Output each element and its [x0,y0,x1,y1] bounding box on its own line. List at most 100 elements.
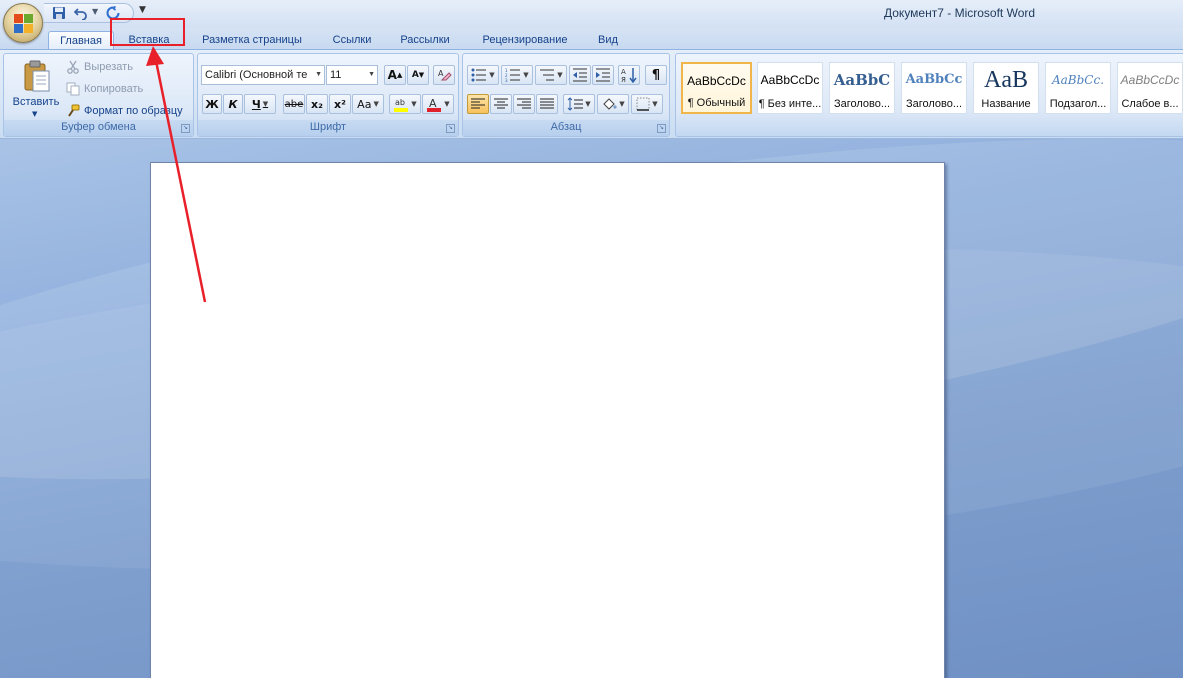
change-case-button[interactable]: Aa ▼ [352,94,384,114]
copy-button[interactable]: Копировать [66,80,143,98]
line-spacing-dropdown-icon[interactable]: ▼ [585,100,590,108]
style-subtle-emphasis[interactable]: AaBbCcDc Слабое в... [1117,62,1183,114]
paragraph-group: ▼ 1 2 3 ▼ ▼ A Я ¶ ▼ ▼ ▼ Абзац ↘ [462,53,670,137]
format-painter-button[interactable]: Формат по образцу [66,102,183,120]
style-name: Слабое в... [1121,98,1179,110]
borders-dropdown-icon[interactable]: ▼ [652,100,657,108]
strikethrough-label: abe [284,98,304,110]
style-title[interactable]: AaB Название [973,62,1039,114]
style-sample: AaBbC [833,71,891,89]
italic-button[interactable]: К [223,94,243,114]
line-spacing-button[interactable]: ▼ [563,94,595,114]
subscript-button[interactable]: x₂ [306,94,328,114]
font-name-combobox[interactable]: Calibri (Основной те ▼ [201,65,325,85]
tab-references[interactable]: Ссылки [322,31,382,50]
align-right-button[interactable] [513,94,535,114]
change-case-dropdown-icon[interactable]: ▼ [373,100,378,108]
font-size-combobox[interactable]: 11 ▼ [326,65,378,85]
show-marks-button[interactable]: ¶ [645,65,667,85]
bold-label: Ж [205,97,219,111]
customize-qat-button[interactable]: ▼ [139,5,146,15]
svg-text:3: 3 [505,78,508,82]
annotation-highlight-box [110,18,185,46]
style-subtitle[interactable]: AaBbCc. Подзагол... [1045,62,1111,114]
shading-dropdown-icon[interactable]: ▼ [619,100,624,108]
style-sample: AaBbCc. [1051,73,1105,87]
underline-label: Ч [251,97,261,111]
sort-icon: A Я [621,68,637,83]
bullets-button[interactable]: ▼ [467,65,499,85]
underline-dropdown-icon[interactable]: ▼ [263,100,268,108]
font-dialog-launcher[interactable]: ↘ [446,124,455,133]
bullet-list-icon [471,68,487,82]
tab-mailings[interactable]: Рассылки [390,31,460,50]
paragraph-dialog-launcher[interactable]: ↘ [657,124,666,133]
style-name: Заголово... [833,98,891,110]
grow-font-button[interactable]: A ▲ [384,65,406,85]
document-page[interactable] [150,162,945,678]
undo-button[interactable] [72,5,90,21]
numbering-button[interactable]: 1 2 3 ▼ [501,65,533,85]
align-left-button[interactable] [467,94,489,114]
shrink-font-label: A [411,70,419,80]
clear-formatting-button[interactable]: A [433,65,455,85]
highlight-dropdown-icon[interactable]: ▼ [411,100,416,108]
superscript-button[interactable]: x² [329,94,351,114]
align-left-icon [471,98,485,109]
grow-font-label: A [387,68,397,82]
justify-button[interactable] [536,94,558,114]
align-center-button[interactable] [490,94,512,114]
shrink-font-button[interactable]: A ▼ [407,65,429,85]
paint-bucket-icon [603,98,617,110]
style-name: Заголово... [905,98,963,110]
tab-view[interactable]: Вид [588,31,628,50]
font-color-button[interactable]: A ▼ [422,94,454,114]
shading-button[interactable]: ▼ [597,94,629,114]
clipboard-group: Вставить ▼ Вырезать Копировать Формат по… [3,53,194,137]
highlight-button[interactable]: ab ▼ [389,94,421,114]
paste-button[interactable]: Вставить ▼ [8,58,64,118]
tab-home[interactable]: Главная [48,31,114,50]
align-center-icon [494,98,508,109]
save-icon [53,7,65,19]
style-name: ¶ Обычный [687,97,746,109]
office-button[interactable] [3,3,43,43]
clipboard-dialog-launcher[interactable]: ↘ [181,124,190,133]
italic-label: К [228,97,238,111]
underline-button[interactable]: Ч ▼ [244,94,276,114]
font-name-dropdown-icon[interactable]: ▼ [315,66,322,84]
borders-button[interactable]: ▼ [631,94,663,114]
font-color-icon: A [427,97,442,112]
multilevel-list-button[interactable]: ▼ [535,65,567,85]
multilevel-dropdown-icon[interactable]: ▼ [557,71,562,79]
format-painter-label: Формат по образцу [84,105,183,117]
decrease-indent-button[interactable] [569,65,591,85]
strikethrough-button[interactable]: abe [283,94,305,114]
justify-icon [540,98,554,109]
style-heading-1[interactable]: AaBbC Заголово... [829,62,895,114]
tab-page-layout[interactable]: Разметка страницы [190,31,314,50]
undo-dropdown-icon[interactable]: ▼ [92,7,98,16]
cut-button[interactable]: Вырезать [66,58,133,76]
bullets-dropdown-icon[interactable]: ▼ [489,71,494,79]
tab-review[interactable]: Рецензирование [470,31,580,50]
style-no-spacing[interactable]: AaBbCcDc ¶ Без инте... [757,62,823,114]
style-name: Подзагол... [1049,98,1107,110]
line-spacing-icon [567,97,584,111]
save-button[interactable] [50,5,68,21]
increase-indent-button[interactable] [592,65,614,85]
style-sample: AaBbCc [905,72,963,87]
font-size-dropdown-icon[interactable]: ▼ [368,66,375,84]
document-workspace [0,139,1183,678]
numbering-dropdown-icon[interactable]: ▼ [523,71,528,79]
office-logo-icon [14,14,33,33]
sort-button[interactable]: A Я [618,65,640,85]
style-heading-2[interactable]: AaBbCc Заголово... [901,62,967,114]
font-color-dropdown-icon[interactable]: ▼ [444,100,449,108]
copy-label: Копировать [84,83,144,95]
scissors-icon [67,60,79,74]
subscript-label: x₂ [311,97,323,111]
bold-button[interactable]: Ж [202,94,222,114]
paste-dropdown-icon[interactable]: ▼ [32,110,37,118]
style-normal[interactable]: AaBbCcDc ¶ Обычный [681,62,752,114]
